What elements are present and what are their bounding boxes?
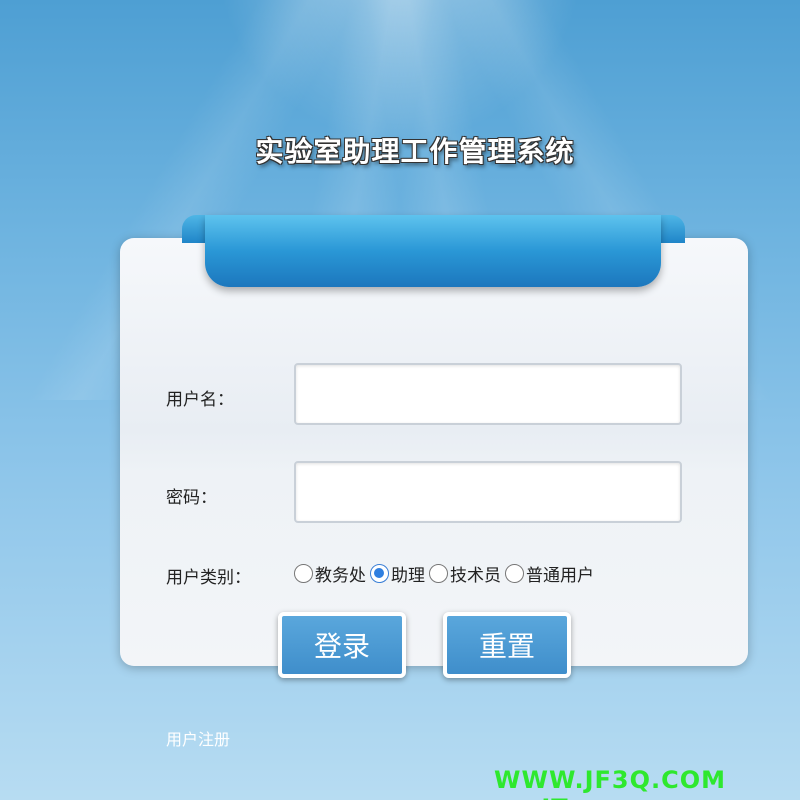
radio-label: 教务处	[315, 566, 366, 586]
watermark-text: WWW.JF3Q.COM □□IT	[494, 766, 727, 800]
radio-label: 普通用户	[526, 566, 594, 586]
radio-option-assistant[interactable]: 助理	[370, 561, 425, 586]
radio-button[interactable]	[429, 564, 448, 583]
password-input[interactable]	[294, 461, 682, 523]
username-input[interactable]	[294, 363, 682, 425]
radio-option-regular-user[interactable]: 普通用户	[505, 561, 594, 586]
login-button[interactable]: 登录	[278, 612, 406, 678]
radio-label: 技术员	[450, 566, 501, 586]
radio-option-technician[interactable]: 技术员	[429, 561, 501, 586]
user-type-radio-group: 教务处 助理 技术员 普通用户	[294, 561, 598, 586]
reset-button[interactable]: 重置	[443, 612, 571, 678]
radio-button[interactable]	[505, 564, 524, 583]
radio-label: 助理	[391, 566, 425, 586]
password-label: 密码：	[166, 488, 217, 508]
username-label: 用户名：	[166, 390, 234, 410]
page-title: 实验室助理工作管理系统	[255, 135, 575, 168]
radio-button-selected[interactable]	[370, 564, 389, 583]
panel-ribbon	[205, 215, 661, 287]
radio-button[interactable]	[294, 564, 313, 583]
user-type-label: 用户类别：	[166, 568, 251, 588]
register-link[interactable]: 用户注册	[166, 726, 230, 750]
login-panel	[120, 238, 748, 666]
radio-option-academic-office[interactable]: 教务处	[294, 561, 366, 586]
